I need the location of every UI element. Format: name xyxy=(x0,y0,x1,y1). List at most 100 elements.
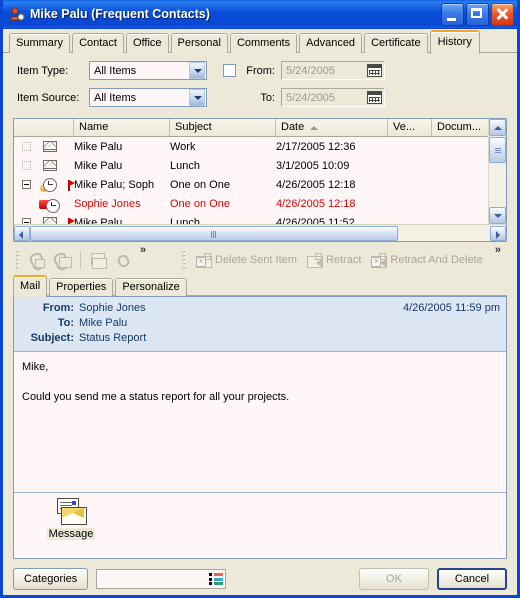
tab-contact[interactable]: Contact xyxy=(72,33,124,53)
chevron-down-icon[interactable] xyxy=(189,62,205,79)
row-subject: One on One xyxy=(170,178,230,191)
empty-selector-icon xyxy=(21,142,31,151)
scroll-up-button[interactable] xyxy=(489,119,506,136)
tab-properties[interactable]: Properties xyxy=(49,278,114,296)
tab-office[interactable]: Office xyxy=(125,33,169,53)
sort-ascending-icon xyxy=(310,125,319,130)
close-button[interactable] xyxy=(491,2,514,26)
message-body-line-1: Mike, xyxy=(22,361,49,373)
table-row[interactable]: Mike Palu Work 2/17/2005 12:36 xyxy=(14,137,488,156)
message-to-value: Mike Palu xyxy=(79,317,128,329)
list-vertical-scrollbar[interactable] xyxy=(488,119,506,224)
column-header-subject[interactable]: Subject xyxy=(170,119,276,136)
title-bar[interactable]: Mike Palu (Frequent Contacts) xyxy=(3,0,517,28)
from-date-field[interactable]: 5/24/2005 xyxy=(281,61,385,80)
tab-advanced[interactable]: Advanced xyxy=(299,33,363,53)
delete-sent-item-icon: x xyxy=(194,252,212,268)
calendar-icon[interactable] xyxy=(367,91,382,104)
maximize-button[interactable] xyxy=(466,2,489,26)
toolbar-overflow-button[interactable]: » xyxy=(137,244,149,256)
row-subject: Work xyxy=(170,140,196,153)
message-from-label: From: xyxy=(42,302,74,314)
vertical-scroll-track[interactable] xyxy=(489,164,506,207)
row-name: Mike Palu xyxy=(74,140,123,153)
retract-label: Retract xyxy=(325,254,362,266)
item-source-combo[interactable]: All Items xyxy=(89,88,207,107)
table-row[interactable]: Mike Palu; Soph One on One 4/26/2005 12:… xyxy=(14,175,488,194)
attachment-pane: Message xyxy=(14,492,506,558)
delete-sent-item-button[interactable]: x Delete Sent Item xyxy=(190,248,301,272)
category-list-icon[interactable] xyxy=(209,572,224,586)
item-type-row: Item Type: All Items xyxy=(17,60,213,81)
table-row[interactable]: Mike Palu Lunch 3/1/2005 10:09 xyxy=(14,156,488,175)
history-rows: Mike Palu Work 2/17/2005 12:36 Mike Palu… xyxy=(14,137,488,224)
from-date-checkbox[interactable] xyxy=(223,64,236,77)
dialog-footer: Categories OK Cancel xyxy=(3,563,517,595)
message-pane: From: Sophie Jones 4/26/2005 11:59 pm To… xyxy=(13,296,507,559)
column-header-document[interactable]: Docum... xyxy=(432,119,490,136)
horizontal-scroll-thumb[interactable] xyxy=(30,225,398,241)
message-header: From: Sophie Jones 4/26/2005 11:59 pm To… xyxy=(14,297,506,352)
open-attachment-button[interactable] xyxy=(24,248,50,272)
scroll-left-button[interactable] xyxy=(14,225,30,241)
table-row[interactable]: Sophie Jones One on One 4/26/2005 12:18 xyxy=(14,194,488,213)
message-subject-label: Subject: xyxy=(30,332,74,344)
tab-personal[interactable]: Personal xyxy=(170,33,228,53)
to-date-field[interactable]: 5/24/2005 xyxy=(281,88,385,107)
tab-personalize[interactable]: Personalize xyxy=(115,278,187,296)
ok-button[interactable]: OK xyxy=(359,568,429,590)
item-type-value: All Items xyxy=(94,64,137,77)
scroll-down-button[interactable] xyxy=(489,207,506,224)
row-expander[interactable] xyxy=(14,180,38,189)
toolbar-grip[interactable] xyxy=(182,250,186,270)
categories-input[interactable] xyxy=(96,569,227,589)
tab-history[interactable]: History xyxy=(429,30,480,54)
row-name: Mike Palu xyxy=(74,159,123,172)
mail-properties-button[interactable] xyxy=(85,248,111,272)
table-row[interactable]: Mike Palu Lunch 4/26/2005 11:52 xyxy=(14,213,488,224)
chevron-down-icon[interactable] xyxy=(189,89,205,106)
toolbar-overflow-button[interactable]: » xyxy=(492,244,504,256)
row-date: 4/26/2005 12:18 xyxy=(276,178,356,191)
collapse-icon[interactable] xyxy=(21,218,31,224)
tab-comments[interactable]: Comments xyxy=(229,33,298,53)
toolbar-grip[interactable] xyxy=(16,250,20,270)
history-list[interactable]: Name Subject Date Ve... Docum... Lib xyxy=(13,118,507,242)
scroll-right-button[interactable] xyxy=(490,225,506,241)
toolbar-area: » x Delete Sent Item Retract x Retract A… xyxy=(13,244,507,275)
item-source-label: Item Source: xyxy=(17,91,80,104)
tab-certificate[interactable]: Certificate xyxy=(364,33,428,53)
cancel-button[interactable]: Cancel xyxy=(437,568,507,590)
minimize-button[interactable] xyxy=(441,2,464,26)
row-tree-cell xyxy=(14,142,38,151)
from-date-value: 5/24/2005 xyxy=(286,64,335,77)
to-date-value: 5/24/2005 xyxy=(286,91,335,104)
retract-and-delete-button[interactable]: x Retract And Delete xyxy=(365,248,486,272)
toolbar-group-actions: x Delete Sent Item Retract x Retract And… xyxy=(179,244,507,274)
item-type-combo[interactable]: All Items xyxy=(89,61,207,80)
collapse-icon[interactable] xyxy=(21,180,31,189)
column-header-name[interactable]: Name xyxy=(74,119,170,136)
message-body[interactable]: Mike, Could you send me a status report … xyxy=(14,352,506,492)
row-subject: Lunch xyxy=(170,216,200,225)
save-attachment-button[interactable] xyxy=(50,248,76,272)
column-header-date[interactable]: Date xyxy=(276,119,388,136)
vertical-scroll-thumb[interactable] xyxy=(489,137,506,163)
contact-history-window: Mike Palu (Frequent Contacts) Summary Co… xyxy=(0,0,520,598)
clip-button[interactable] xyxy=(111,248,137,272)
row-name: Mike Palu xyxy=(74,216,123,225)
column-header-spacer xyxy=(14,119,74,136)
categories-button[interactable]: Categories xyxy=(13,568,89,590)
list-horizontal-scrollbar[interactable] xyxy=(14,224,506,241)
envelope-icon xyxy=(38,141,62,152)
tab-mail[interactable]: Mail xyxy=(13,275,48,297)
retract-button[interactable]: Retract xyxy=(301,248,365,272)
calendar-icon[interactable] xyxy=(367,64,382,77)
tab-summary[interactable]: Summary xyxy=(9,33,71,53)
row-date: 4/26/2005 12:18 xyxy=(276,197,356,210)
column-header-version[interactable]: Ve... xyxy=(388,119,432,136)
attachment-item[interactable]: Message xyxy=(36,498,106,540)
save-attachment-icon xyxy=(52,251,72,272)
column-header-date-label: Date xyxy=(281,121,305,133)
horizontal-scroll-track[interactable] xyxy=(398,225,490,241)
